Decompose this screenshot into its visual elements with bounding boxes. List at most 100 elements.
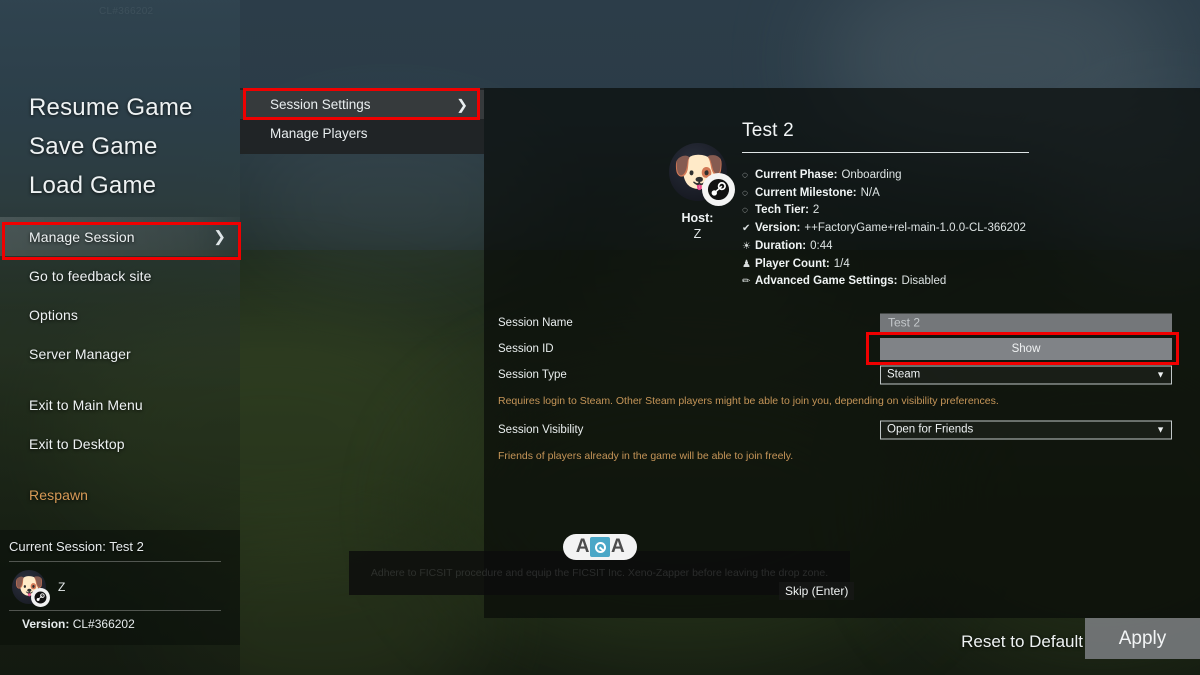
menu-item-label: Save Game xyxy=(29,132,158,160)
menu-item-exit-to-desktop[interactable]: Exit to Desktop xyxy=(0,424,240,463)
stat-value: 2 xyxy=(812,204,820,217)
menu-item-label: Go to feedback site xyxy=(29,267,152,284)
menu-item-label: Load Game xyxy=(29,171,157,199)
session-name-input[interactable]: Test 2 xyxy=(880,313,1172,332)
divider xyxy=(9,561,221,562)
menu-item-label: Respawn xyxy=(29,486,89,503)
steam-icon xyxy=(701,173,735,206)
avatar: 🐶 xyxy=(12,570,50,607)
stat-value: N/A xyxy=(860,186,880,199)
milestone-icon: ◌ xyxy=(742,187,748,199)
page-title: Test 2 xyxy=(742,120,794,141)
session-info-block: 🐶 Host: Z Test 2 ◌ Current Phase: Onboar… xyxy=(484,88,1200,303)
menu-item-label: Resume Game xyxy=(29,93,193,121)
stat-value: ++FactoryGame+rel-main-1.0.0-CL-366202 xyxy=(804,222,1026,235)
row-session-name: Session Name Test 2 xyxy=(484,310,1200,335)
stat-key: Player Count: xyxy=(755,257,830,270)
session-name-label: Session Name xyxy=(498,316,573,329)
session-type-control: Steam ▼ xyxy=(880,365,1172,384)
submenu-item-label: Manage Players xyxy=(270,126,368,141)
player-icon: ♟ xyxy=(742,258,751,270)
chevron-right-icon: ❯ xyxy=(213,228,226,245)
session-detail-column: Test 2 ◌ Current Phase: Onboarding ◌ Cur… xyxy=(742,120,1162,291)
host-name: Z xyxy=(693,227,702,241)
row-session-id: Session ID Show xyxy=(484,335,1200,362)
menu-item-resume-game[interactable]: Resume Game xyxy=(0,88,240,127)
sidebar-version-value: CL#366202 xyxy=(72,617,135,631)
submenu-item-manage-players[interactable]: Manage Players xyxy=(240,119,484,148)
session-stats-list: ◌ Current Phase: Onboarding ◌ Current Mi… xyxy=(742,167,1162,291)
panel-footer: Reset to Default Apply xyxy=(484,618,1200,675)
sidebar-player-name: Z xyxy=(58,580,66,594)
session-visibility-control: Open for Friends ▼ xyxy=(880,420,1172,439)
ada-logo-right-letter: A xyxy=(611,536,625,557)
session-visibility-label: Session Visibility xyxy=(498,423,584,436)
row-session-visibility: Session Visibility Open for Friends ▼ xyxy=(484,417,1200,442)
current-session-label: Current Session: Test 2 xyxy=(9,539,144,554)
menu-item-feedback-site[interactable]: Go to feedback site xyxy=(0,256,240,295)
stat-current-phase: ◌ Current Phase: Onboarding xyxy=(742,167,1162,185)
pause-menu-sidebar: Resume Game Save Game Load Game Manage S… xyxy=(0,0,240,675)
menu-item-label: Manage Session xyxy=(29,228,135,245)
manage-session-submenu: Session Settings ❯ Manage Players xyxy=(240,88,484,154)
phase-icon: ◌ xyxy=(742,170,748,181)
stat-key: Advanced Game Settings: xyxy=(755,275,898,288)
stat-version: ✔ Version: ++FactoryGame+rel-main-1.0.0-… xyxy=(742,220,1162,238)
ada-logo-left-letter: A xyxy=(575,536,590,557)
host-column: 🐶 Host: Z xyxy=(650,143,745,241)
stat-key: Version: xyxy=(755,222,801,235)
menu-item-label: Options xyxy=(29,306,78,323)
menu-item-label: Exit to Desktop xyxy=(29,435,125,452)
ada-eye-icon xyxy=(590,537,610,557)
stat-current-milestone: ◌ Current Milestone: N/A xyxy=(742,185,1162,203)
steam-icon xyxy=(31,588,50,607)
reset-to-default-button[interactable]: Reset to Default xyxy=(961,632,1083,652)
menu-item-respawn[interactable]: Respawn xyxy=(0,475,240,514)
menu-item-manage-session[interactable]: Manage Session ❯ xyxy=(0,217,240,256)
session-visibility-hint: Friends of players already in the game w… xyxy=(498,450,794,462)
skip-hint-button[interactable]: Skip (Enter) xyxy=(779,582,855,600)
session-visibility-value: Open for Friends xyxy=(887,423,974,436)
menu-item-exit-to-main-menu[interactable]: Exit to Main Menu xyxy=(0,385,240,424)
menu-item-label: Exit to Main Menu xyxy=(29,396,143,413)
submenu-item-session-settings[interactable]: Session Settings ❯ xyxy=(240,90,484,119)
sidebar-player-entry: 🐶 Z xyxy=(12,570,66,607)
divider xyxy=(9,610,221,611)
menu-item-options[interactable]: Options xyxy=(0,295,240,334)
session-type-value: Steam xyxy=(887,368,921,381)
caret-down-icon: ▼ xyxy=(1156,424,1165,435)
clock-icon: ☀ xyxy=(742,240,751,252)
stat-duration: ☀ Duration: 0:44 xyxy=(742,238,1162,256)
chevron-right-icon: ❯ xyxy=(456,96,468,112)
sidebar-footer: Current Session: Test 2 🐶 Z Version: CL#… xyxy=(0,530,240,645)
session-visibility-dropdown[interactable]: Open for Friends ▼ xyxy=(880,420,1172,439)
stat-advanced-game-settings: ✏ Advanced Game Settings: Disabled xyxy=(742,273,1162,291)
ada-logo: A A xyxy=(563,534,637,560)
session-id-label: Session ID xyxy=(498,342,554,355)
menu-item-server-manager[interactable]: Server Manager xyxy=(0,334,240,373)
divider xyxy=(742,152,1029,153)
stat-tech-tier: ◌ Tech Tier: 2 xyxy=(742,202,1162,220)
sidebar-version: Version: CL#366202 xyxy=(22,617,135,631)
session-type-hint: Requires login to Steam. Other Steam pla… xyxy=(498,395,999,407)
stat-value: 1/4 xyxy=(833,257,850,270)
stat-key: Duration: xyxy=(755,239,807,252)
menu-item-load-game[interactable]: Load Game xyxy=(0,166,240,205)
menu-item-save-game[interactable]: Save Game xyxy=(0,127,240,166)
stat-value: Disabled xyxy=(901,275,947,288)
stat-key: Current Milestone: xyxy=(755,186,857,199)
submenu-item-label: Session Settings xyxy=(270,97,371,112)
menu-item-label: Server Manager xyxy=(29,345,131,362)
apply-button[interactable]: Apply xyxy=(1085,618,1200,659)
wrench-icon: ✏ xyxy=(742,276,751,288)
session-type-dropdown[interactable]: Steam ▼ xyxy=(880,365,1172,384)
avatar: 🐶 xyxy=(668,143,735,206)
host-label: Host: xyxy=(681,211,714,225)
stat-player-count: ♟ Player Count: 1/4 xyxy=(742,256,1162,274)
show-session-id-button[interactable]: Show xyxy=(880,337,1172,360)
session-name-control: Test 2 xyxy=(880,313,1172,332)
stat-value: Onboarding xyxy=(841,169,902,181)
sidebar-version-key: Version: xyxy=(22,617,70,631)
session-settings-form: Session Name Test 2 Session ID Show Sess… xyxy=(484,310,1200,463)
caret-down-icon: ▼ xyxy=(1156,369,1165,380)
